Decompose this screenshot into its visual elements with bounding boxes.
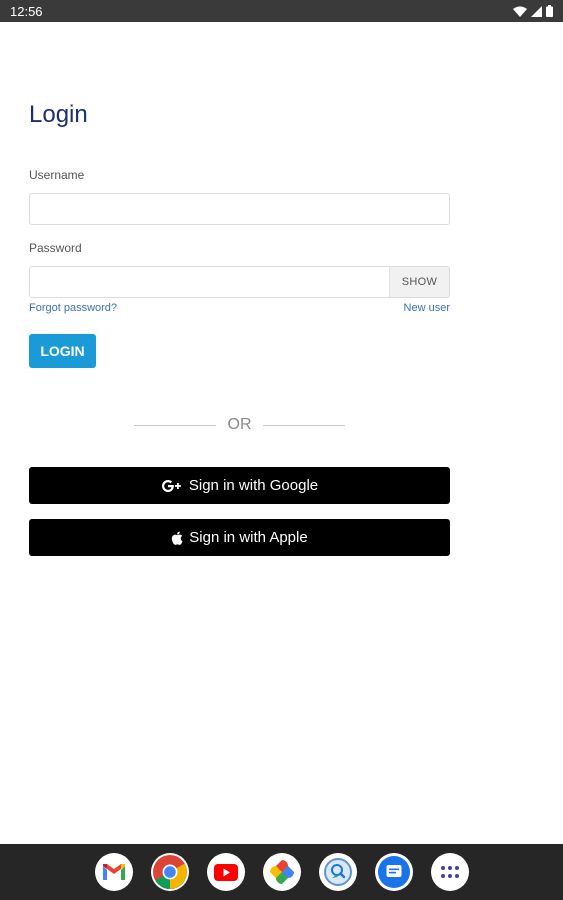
messages-icon[interactable] [374,853,413,891]
status-icons [513,5,553,17]
page-title: Login [29,101,88,128]
apple-icon [171,531,183,545]
or-divider: OR [134,415,345,435]
forgot-password-link[interactable]: Forgot password? [29,302,117,314]
google-signin-label: Sign in with Google [188,477,319,494]
divider-line-left [134,424,216,426]
password-field: SHOW [29,266,450,298]
app-dock [0,844,563,900]
photos-icon[interactable] [262,853,301,891]
username-input[interactable] [29,193,450,225]
google-plus-icon [161,479,183,493]
google-signin-button[interactable]: Sign in with Google [29,467,450,504]
show-password-button[interactable]: SHOW [389,267,449,297]
or-text: OR [227,416,252,433]
gmail-icon[interactable] [94,853,133,891]
password-input[interactable] [30,267,389,297]
new-user-link[interactable]: New user [404,302,450,314]
apple-signin-button[interactable]: Sign in with Apple [29,519,450,556]
username-label: Username [29,168,85,182]
status-time: 12:56 [10,3,43,19]
apple-signin-label: Sign in with Apple [189,529,308,546]
cell-signal-icon [531,5,542,17]
battery-icon [546,5,553,17]
wifi-icon [513,6,527,17]
youtube-icon[interactable] [206,853,245,891]
app-drawer-icon[interactable] [430,853,469,891]
files-icon[interactable] [318,853,357,891]
chrome-icon[interactable] [150,853,189,891]
divider-line-right [263,424,345,426]
login-button[interactable]: LOGIN [29,334,96,368]
password-label: Password [29,241,82,255]
status-bar: 12:56 [0,0,563,22]
